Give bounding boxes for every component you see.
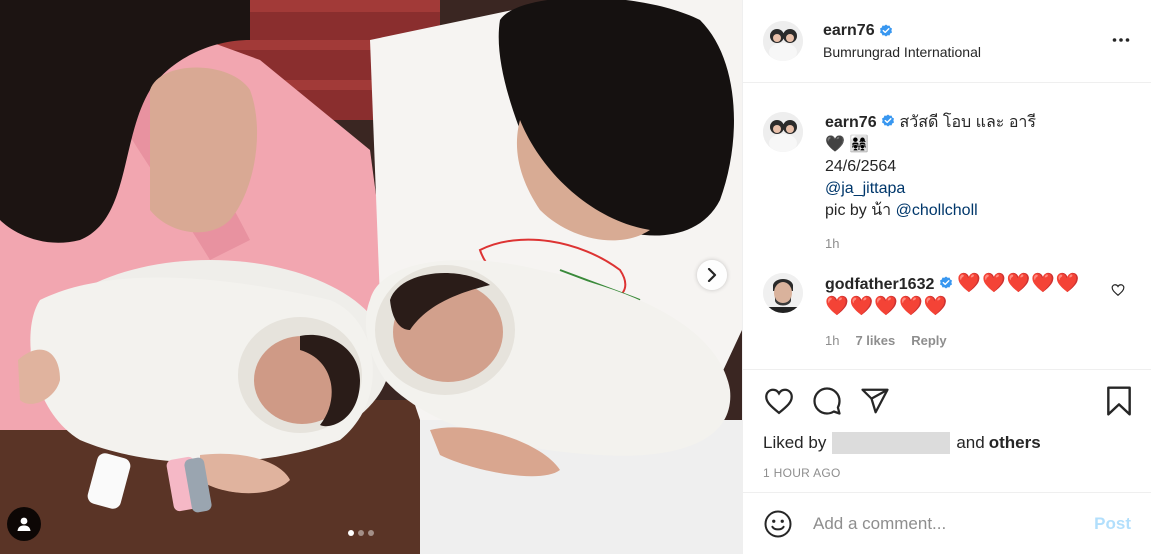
comment-item: godfather1632 ❤️❤️❤️❤️❤️ ❤️❤️❤️❤️❤️ 1h 7…: [763, 273, 1131, 348]
action-icons-row: [763, 370, 1135, 432]
post-header: earn76 Bumrungrad International: [743, 0, 1151, 83]
save-button[interactable]: [1103, 385, 1135, 417]
post-location[interactable]: Bumrungrad International: [823, 44, 981, 60]
post-actions: Liked by and others 1 HOUR AGO: [743, 369, 1151, 480]
heart-outline-icon: [765, 388, 793, 415]
bookmark-icon: [1107, 386, 1131, 416]
post-media[interactable]: [0, 0, 742, 554]
carousel-indicator: [348, 530, 374, 536]
smiley-icon: [764, 510, 792, 537]
caption-line-2: 🖤 👨‍👩‍👧‍👧: [825, 136, 870, 153]
caption-username[interactable]: earn76: [825, 114, 877, 131]
tagged-users-button[interactable]: [7, 507, 41, 541]
comment-text: godfather1632 ❤️❤️❤️❤️❤️ ❤️❤️❤️❤️❤️: [825, 273, 1081, 319]
comment-input[interactable]: [813, 513, 1095, 534]
comment-hearts-line-1: ❤️❤️❤️❤️❤️: [957, 273, 1081, 294]
caption: earn76 สวัสดี โอบ และ อารี 🖤 👨‍👩‍👧‍👧 24/…: [763, 112, 1131, 251]
liked-by-others-link[interactable]: others: [989, 433, 1041, 453]
carousel-next-button[interactable]: [697, 260, 727, 290]
comment-hearts-line-2: ❤️❤️❤️❤️❤️: [825, 296, 949, 317]
carousel-dot-active: [348, 530, 354, 536]
caption-date: 24/6/2564: [825, 158, 897, 175]
caption-avatar-image: [763, 112, 803, 152]
paper-plane-icon: [861, 388, 889, 414]
more-options-button[interactable]: [1111, 30, 1131, 53]
add-comment-bar: Post: [743, 492, 1151, 554]
like-button[interactable]: [763, 385, 795, 417]
commenter-avatar-image: [763, 273, 803, 313]
share-button[interactable]: [859, 385, 891, 417]
commenter-username[interactable]: godfather1632: [825, 276, 934, 293]
caption-line-1: สวัสดี โอบ และ อารี: [899, 114, 1037, 131]
comment-like-button[interactable]: [1111, 283, 1125, 300]
commenter-avatar[interactable]: [763, 273, 803, 313]
comment-reply-button[interactable]: Reply: [911, 333, 946, 348]
author-username[interactable]: earn76: [823, 22, 875, 40]
comment-likes-count[interactable]: 7 likes: [855, 333, 895, 348]
caption-mention-link[interactable]: @ja_jittapa: [825, 180, 905, 197]
chevron-right-icon: [707, 268, 717, 282]
caption-avatar[interactable]: [763, 112, 803, 152]
liked-by-and: and: [956, 433, 985, 452]
comment-button[interactable]: [811, 385, 843, 417]
more-horizontal-icon: [1112, 38, 1130, 42]
comment-time[interactable]: 1h: [825, 333, 839, 348]
post-timestamp[interactable]: 1 HOUR AGO: [763, 466, 1135, 480]
heart-outline-icon: [1111, 284, 1125, 297]
author-avatar-image: [763, 21, 803, 61]
caption-meta: 1h: [825, 236, 1036, 251]
liked-by-prefix: Liked by: [763, 433, 827, 452]
carousel-dot: [368, 530, 374, 536]
caption-text: earn76 สวัสดี โอบ และ อารี 🖤 👨‍👩‍👧‍👧 24/…: [825, 112, 1036, 222]
user-icon: [17, 517, 31, 531]
verified-badge-icon: [879, 24, 892, 37]
verified-badge-icon: [939, 276, 952, 289]
post-comment-button[interactable]: Post: [1094, 514, 1131, 534]
caption-photographer-link[interactable]: @chollcholl: [896, 202, 978, 219]
verified-badge-icon: [882, 114, 895, 127]
comment-bubble-icon: [813, 387, 841, 415]
caption-pic-credit: pic by น้า: [825, 202, 892, 219]
author-avatar[interactable]: [763, 21, 803, 61]
post-side-panel: earn76 Bumrungrad International earn76 ส…: [742, 0, 1151, 554]
caption-time[interactable]: 1h: [825, 236, 839, 251]
redacted-username: [832, 432, 951, 454]
post-photo: [0, 0, 742, 554]
comment-meta: 1h 7 likes Reply: [825, 333, 1081, 348]
liked-by-line: Liked by and others: [763, 432, 1135, 454]
carousel-dot: [358, 530, 364, 536]
comments-section[interactable]: earn76 สวัสดี โอบ และ อารี 🖤 👨‍👩‍👧‍👧 24/…: [743, 104, 1151, 369]
emoji-picker-button[interactable]: [763, 509, 793, 539]
